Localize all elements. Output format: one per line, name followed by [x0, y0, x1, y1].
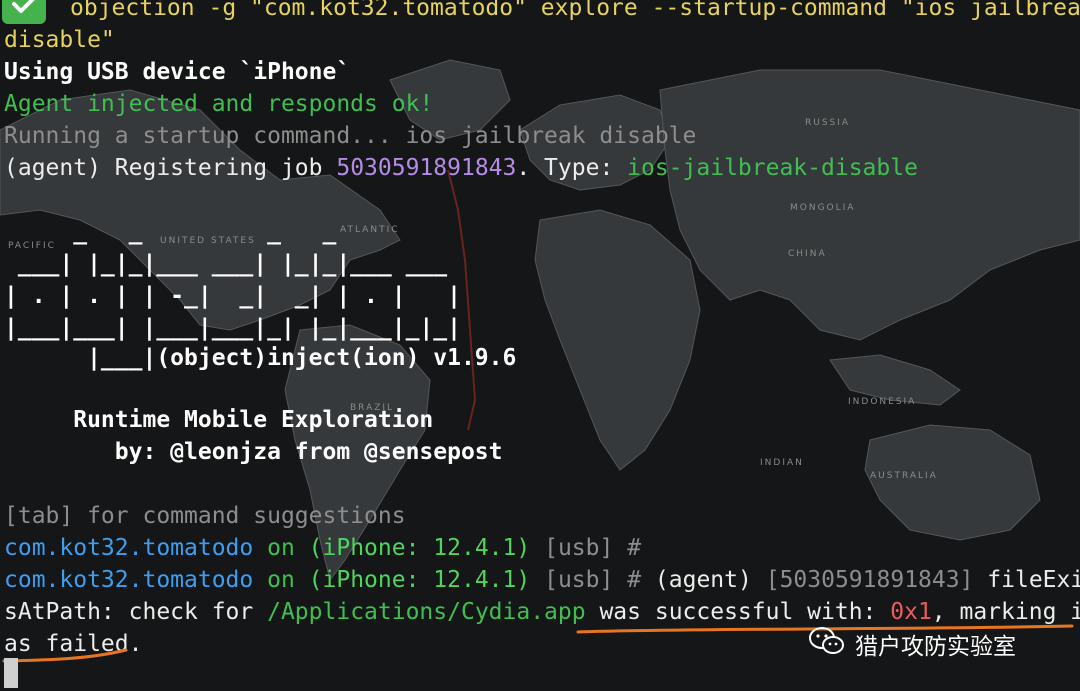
- annotation-underlines: [2, 624, 1074, 663]
- watermark-text: 猎户攻防实验室: [855, 634, 1016, 660]
- terminal-cursor[interactable]: [4, 658, 18, 688]
- underline-annotation: [2, 648, 128, 663]
- terminal-output: objection -g "com.kot32.tomatodo" explor…: [0, 0, 1080, 691]
- wechat-icon: [807, 625, 847, 663]
- terminal-window: { "theme": { "background": "#151617", "m…: [0, 0, 1080, 691]
- watermark: 猎户攻防实验室: [807, 624, 1016, 664]
